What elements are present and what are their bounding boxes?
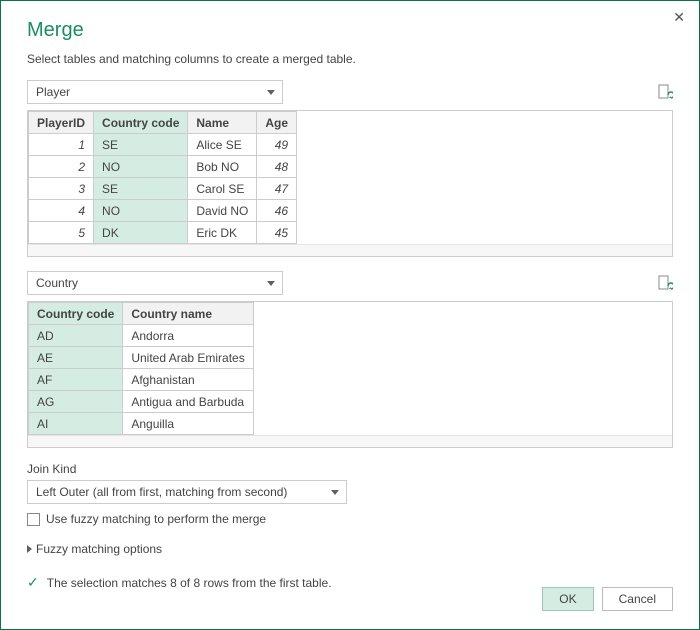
status-text: The selection matches 8 of 8 rows from t…	[47, 576, 332, 590]
column-header[interactable]: Country code	[29, 303, 123, 325]
fuzzy-options-expander[interactable]: Fuzzy matching options	[27, 542, 673, 556]
dialog-subtitle: Select tables and matching columns to cr…	[27, 52, 673, 66]
table-row[interactable]: AGAntigua and Barbuda	[29, 391, 254, 413]
table-cell[interactable]: United Arab Emirates	[123, 347, 253, 369]
refresh-icon[interactable]	[657, 275, 673, 291]
table-cell[interactable]: Anguilla	[123, 413, 253, 435]
table1-grid[interactable]: PlayerIDCountry codeNameAge1SEAlice SE49…	[28, 111, 297, 244]
table-row[interactable]: 5DKEric DK45	[29, 222, 297, 244]
table2-grid[interactable]: Country codeCountry nameADAndorraAEUnite…	[28, 302, 254, 435]
table1-preview: PlayerIDCountry codeNameAge1SEAlice SE49…	[27, 110, 673, 257]
join-kind-label: Join Kind	[27, 462, 673, 476]
table-cell[interactable]: David NO	[188, 200, 257, 222]
table-cell[interactable]: Alice SE	[188, 134, 257, 156]
table-cell[interactable]: Eric DK	[188, 222, 257, 244]
table-cell[interactable]: SE	[94, 178, 188, 200]
table-cell[interactable]: Afghanistan	[123, 369, 253, 391]
fuzzy-matching-checkbox[interactable]: Use fuzzy matching to perform the merge	[27, 512, 673, 526]
refresh-icon[interactable]	[657, 84, 673, 100]
table2-scrollbar[interactable]	[28, 435, 672, 447]
table-cell[interactable]: 5	[29, 222, 94, 244]
table-row[interactable]: AIAnguilla	[29, 413, 254, 435]
ok-button[interactable]: OK	[542, 587, 593, 611]
table2-select[interactable]: Country	[27, 271, 283, 295]
table2-select-value: Country	[36, 276, 78, 290]
table-row[interactable]: 3SECarol SE47	[29, 178, 297, 200]
table-cell[interactable]: Carol SE	[188, 178, 257, 200]
close-icon[interactable]: ✕	[673, 9, 685, 26]
table-cell[interactable]: 4	[29, 200, 94, 222]
table-cell[interactable]: DK	[94, 222, 188, 244]
table-row[interactable]: 2NOBob NO48	[29, 156, 297, 178]
checkbox-icon	[27, 513, 40, 526]
column-header[interactable]: Country code	[94, 112, 188, 134]
table-cell[interactable]: AI	[29, 413, 123, 435]
table-cell[interactable]: AE	[29, 347, 123, 369]
table-cell[interactable]: Antigua and Barbuda	[123, 391, 253, 413]
table-cell[interactable]: 1	[29, 134, 94, 156]
column-header[interactable]: Country name	[123, 303, 253, 325]
table-row[interactable]: 1SEAlice SE49	[29, 134, 297, 156]
table-row[interactable]: ADAndorra	[29, 325, 254, 347]
column-header[interactable]: Age	[257, 112, 297, 134]
checkmark-icon: ✓	[27, 574, 39, 591]
column-header[interactable]: PlayerID	[29, 112, 94, 134]
fuzzy-checkbox-label: Use fuzzy matching to perform the merge	[46, 512, 266, 526]
table-row[interactable]: AEUnited Arab Emirates	[29, 347, 254, 369]
join-kind-value: Left Outer (all from first, matching fro…	[36, 485, 287, 499]
table-cell[interactable]: 46	[257, 200, 297, 222]
table-cell[interactable]: 48	[257, 156, 297, 178]
chevron-right-icon	[27, 545, 32, 553]
table-cell[interactable]: NO	[94, 156, 188, 178]
table-cell[interactable]: Bob NO	[188, 156, 257, 178]
table-cell[interactable]: SE	[94, 134, 188, 156]
table-row[interactable]: AFAfghanistan	[29, 369, 254, 391]
table1-select[interactable]: Player	[27, 80, 283, 104]
table-cell[interactable]: Andorra	[123, 325, 253, 347]
join-kind-select[interactable]: Left Outer (all from first, matching fro…	[27, 480, 347, 504]
table1-select-value: Player	[36, 85, 70, 99]
table-row[interactable]: 4NODavid NO46	[29, 200, 297, 222]
table-cell[interactable]: 2	[29, 156, 94, 178]
table-cell[interactable]: 49	[257, 134, 297, 156]
table-cell[interactable]: AG	[29, 391, 123, 413]
column-header[interactable]: Name	[188, 112, 257, 134]
table-cell[interactable]: NO	[94, 200, 188, 222]
table-cell[interactable]: AF	[29, 369, 123, 391]
table1-scrollbar[interactable]	[28, 244, 672, 256]
cancel-button[interactable]: Cancel	[602, 587, 673, 611]
dialog-title: Merge	[27, 19, 673, 42]
table-cell[interactable]: AD	[29, 325, 123, 347]
table2-preview: Country codeCountry nameADAndorraAEUnite…	[27, 301, 673, 448]
table-cell[interactable]: 45	[257, 222, 297, 244]
table-cell[interactable]: 47	[257, 178, 297, 200]
table-cell[interactable]: 3	[29, 178, 94, 200]
fuzzy-options-label: Fuzzy matching options	[36, 542, 162, 556]
